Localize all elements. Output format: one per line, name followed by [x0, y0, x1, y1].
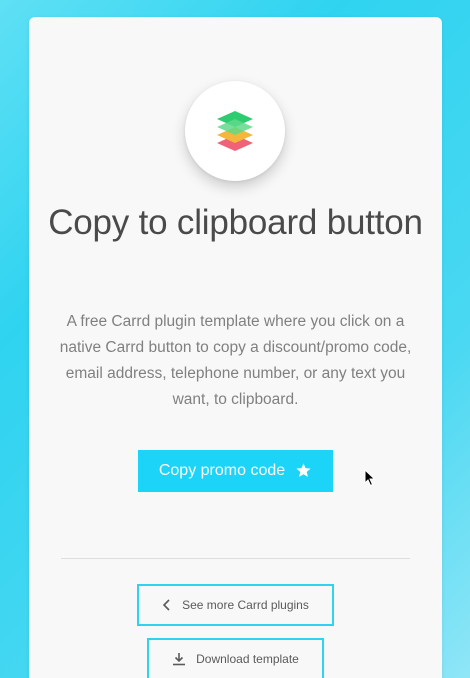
- download-icon: [173, 653, 186, 666]
- star-icon: [296, 463, 311, 477]
- copy-promo-code-button[interactable]: Copy promo code: [138, 450, 333, 492]
- plugin-card: Copy to clipboard button A free Carrd pl…: [29, 17, 442, 678]
- chevron-left-icon: [162, 599, 170, 611]
- copy-button-label: Copy promo code: [158, 462, 286, 479]
- layers-icon: [217, 111, 253, 151]
- download-template-button[interactable]: Download template: [147, 638, 324, 678]
- page-title: Copy to clipboard button: [48, 203, 423, 242]
- page-description: A free Carrd plugin template where you c…: [59, 313, 412, 408]
- see-more-plugins-button[interactable]: See more Carrd plugins: [137, 584, 334, 626]
- download-label: Download template: [196, 652, 299, 666]
- section-divider: [61, 558, 410, 559]
- mouse-pointer-icon: [364, 469, 376, 487]
- see-more-label: See more Carrd plugins: [182, 598, 309, 612]
- logo-badge: [185, 81, 285, 181]
